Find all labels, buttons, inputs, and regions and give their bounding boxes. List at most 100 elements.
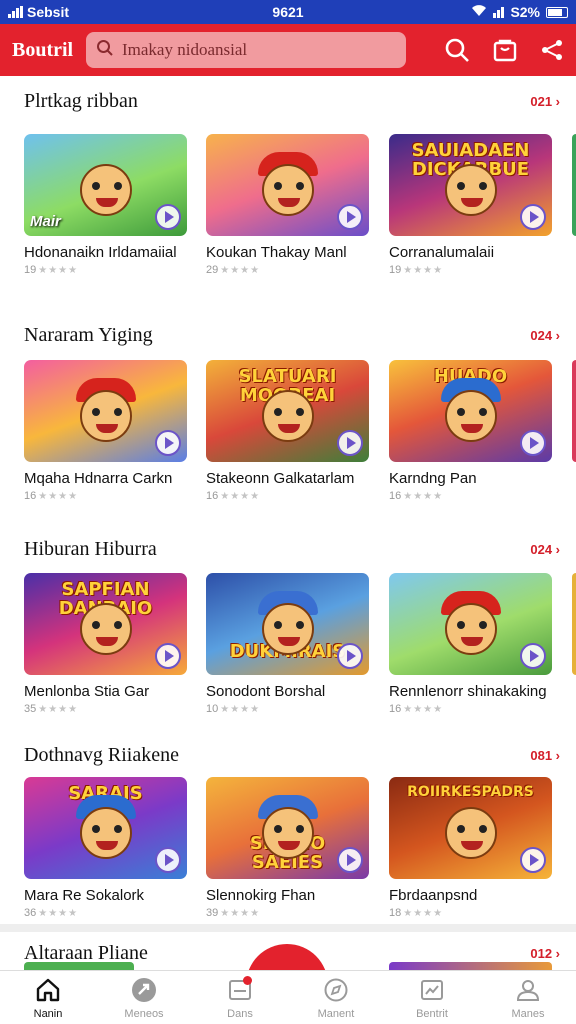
next-card-peek[interactable] <box>572 134 576 236</box>
profile-icon <box>514 976 542 1004</box>
character-art <box>261 603 314 655</box>
game-thumbnail <box>206 134 369 236</box>
character-art <box>261 390 314 442</box>
play-icon[interactable] <box>520 847 546 873</box>
rating-count: 39 <box>206 907 219 919</box>
play-icon[interactable] <box>155 204 181 230</box>
game-title: Fbrdaanpsnd <box>389 887 478 904</box>
rating-count: 16 <box>389 703 402 715</box>
search-button-icon[interactable] <box>444 37 470 63</box>
play-icon[interactable] <box>155 847 181 873</box>
play-icon[interactable] <box>155 430 181 456</box>
section-title: Nararam Yiging <box>24 324 153 346</box>
play-icon[interactable] <box>520 204 546 230</box>
play-icon[interactable] <box>337 847 363 873</box>
character-art <box>444 807 497 859</box>
section-title: Plrtkag ribban <box>24 90 138 112</box>
character-art <box>79 164 132 216</box>
card-thumbnail-peek[interactable] <box>389 962 552 970</box>
game-thumbnail <box>389 573 552 675</box>
game-card[interactable]: SROMO SAEIES Slennokirg Fhan 39★★★★ <box>206 777 369 919</box>
star-icon: ★★★★ <box>38 703 79 715</box>
nav-item-home[interactable]: Nanin <box>0 971 96 1024</box>
nav-label: Nanin <box>33 1007 63 1020</box>
play-icon[interactable] <box>155 643 181 669</box>
play-icon[interactable] <box>520 430 546 456</box>
rating-count: 29 <box>206 264 219 276</box>
search-input[interactable] <box>122 40 396 60</box>
play-icon[interactable] <box>520 643 546 669</box>
character-art <box>261 164 314 216</box>
section-more-link[interactable]: 024 › <box>530 542 560 557</box>
nav-label: Meneos <box>124 1007 164 1020</box>
game-card[interactable]: Mqaha Hdnarra Carkn 16 ★★★★ <box>24 360 187 502</box>
signal-icon <box>8 6 23 18</box>
game-title: Sonodont Borshal <box>206 683 326 700</box>
card-thumbnail-peek[interactable] <box>24 962 134 970</box>
star-icon: ★★★★ <box>220 907 261 919</box>
game-card[interactable]: ROIIRKESPADRS Fbrdaanpsnd 18 ★★★★ <box>389 777 552 919</box>
status-bar: Sebsit 9621 S2% <box>0 0 576 24</box>
game-title: Slennokirg Fhan <box>206 887 316 904</box>
rating-count: 16 <box>24 490 37 502</box>
search-icon <box>96 39 114 62</box>
rating-count: 18 <box>389 907 402 919</box>
star-icon: ★★★★ <box>38 907 79 919</box>
nav-item-stats[interactable]: Bentrit <box>384 971 480 1024</box>
battery-percent: S2% <box>510 4 541 20</box>
section-title: Dothnavg Riiakene <box>24 744 179 766</box>
star-icon: ★★★★ <box>403 703 444 715</box>
rating-count: 10 <box>206 703 219 715</box>
app-brand[interactable]: Boutril <box>12 39 74 62</box>
game-thumbnail: SLATUARI MOOREAI <box>206 360 369 462</box>
game-thumbnail: Mair <box>24 134 187 236</box>
game-thumbnail: SARAIS <box>24 777 187 879</box>
game-card[interactable]: SAPFIAN DANBAIO Menlonba Stia Gar 35★★★★ <box>24 573 187 715</box>
nav-item-explore[interactable]: Manent <box>288 971 384 1024</box>
play-icon[interactable] <box>337 643 363 669</box>
content-feed[interactable]: Plrtkag ribban 021 › Mair Hdonanaikn Irl… <box>0 76 576 970</box>
bag-icon[interactable] <box>492 37 518 63</box>
game-card[interactable]: Mair Hdonanaikn Irldamaiial 19 ★★★★ <box>24 134 187 276</box>
nav-item-games[interactable]: Meneos <box>96 971 192 1024</box>
star-icon: ★★★★ <box>403 907 444 919</box>
thumbnail-banner: ROIIRKESPADRS <box>407 784 534 800</box>
next-card-peek[interactable] <box>572 573 576 675</box>
game-title: Menlonba Stia Gar <box>24 683 150 700</box>
game-card[interactable]: SAUIADAEN DICKARBUE Corranalumalaii 19★★… <box>389 134 552 276</box>
section-more-link[interactable]: 081 › <box>530 748 560 763</box>
section-more-link[interactable]: 021 › <box>530 94 560 109</box>
section-more-link[interactable]: 024 › <box>530 328 560 343</box>
notification-badge <box>243 975 252 985</box>
game-card[interactable]: SLATUARI MOOREAI Stakeonn Galkatarlam 16… <box>206 360 369 502</box>
nav-item-inbox[interactable]: Dans <box>192 971 288 1024</box>
game-thumbnail: SROMO SAEIES <box>206 777 369 879</box>
star-icon: ★★★★ <box>220 703 261 715</box>
game-card[interactable]: SARAIS Mara Re Sokalork 36 ★★★★ <box>24 777 187 919</box>
character-art <box>79 390 132 442</box>
thumbnail-tag: Mair <box>30 213 61 230</box>
share-icon[interactable] <box>540 38 564 62</box>
game-card[interactable]: HUADO Karndng Pan 16 ★★★★ <box>389 360 552 502</box>
play-icon[interactable] <box>337 430 363 456</box>
character-art <box>444 164 497 216</box>
star-icon: ★★★★ <box>220 490 261 502</box>
play-icon[interactable] <box>337 204 363 230</box>
search-box[interactable] <box>86 32 406 68</box>
game-card[interactable]: Koukan Thakay Manl 29 ★★★★ <box>206 134 369 276</box>
carrier-label: Sebsit <box>27 4 70 20</box>
section-more-link[interactable]: 012 › <box>530 946 560 961</box>
character-art <box>79 807 132 859</box>
star-icon: ★★★★ <box>38 264 79 276</box>
nav-label: Dans <box>227 1007 253 1020</box>
nav-item-profile[interactable]: Manes <box>480 971 576 1024</box>
next-card-peek[interactable] <box>572 360 576 462</box>
game-title: Hdonanaikn Irldamaiial <box>24 244 177 261</box>
game-thumbnail: SAPFIAN DANBAIO <box>24 573 187 675</box>
game-card[interactable]: DUKMIRAIS Sonodont Borshal 10★★★★ <box>206 573 369 715</box>
character-art <box>444 603 497 655</box>
star-icon: ★★★★ <box>220 264 261 276</box>
game-title: Mara Re Sokalork <box>24 887 145 904</box>
game-thumbnail <box>24 360 187 462</box>
game-card[interactable]: Rennlenorr shinakaking 16 ★★★★ <box>389 573 552 715</box>
